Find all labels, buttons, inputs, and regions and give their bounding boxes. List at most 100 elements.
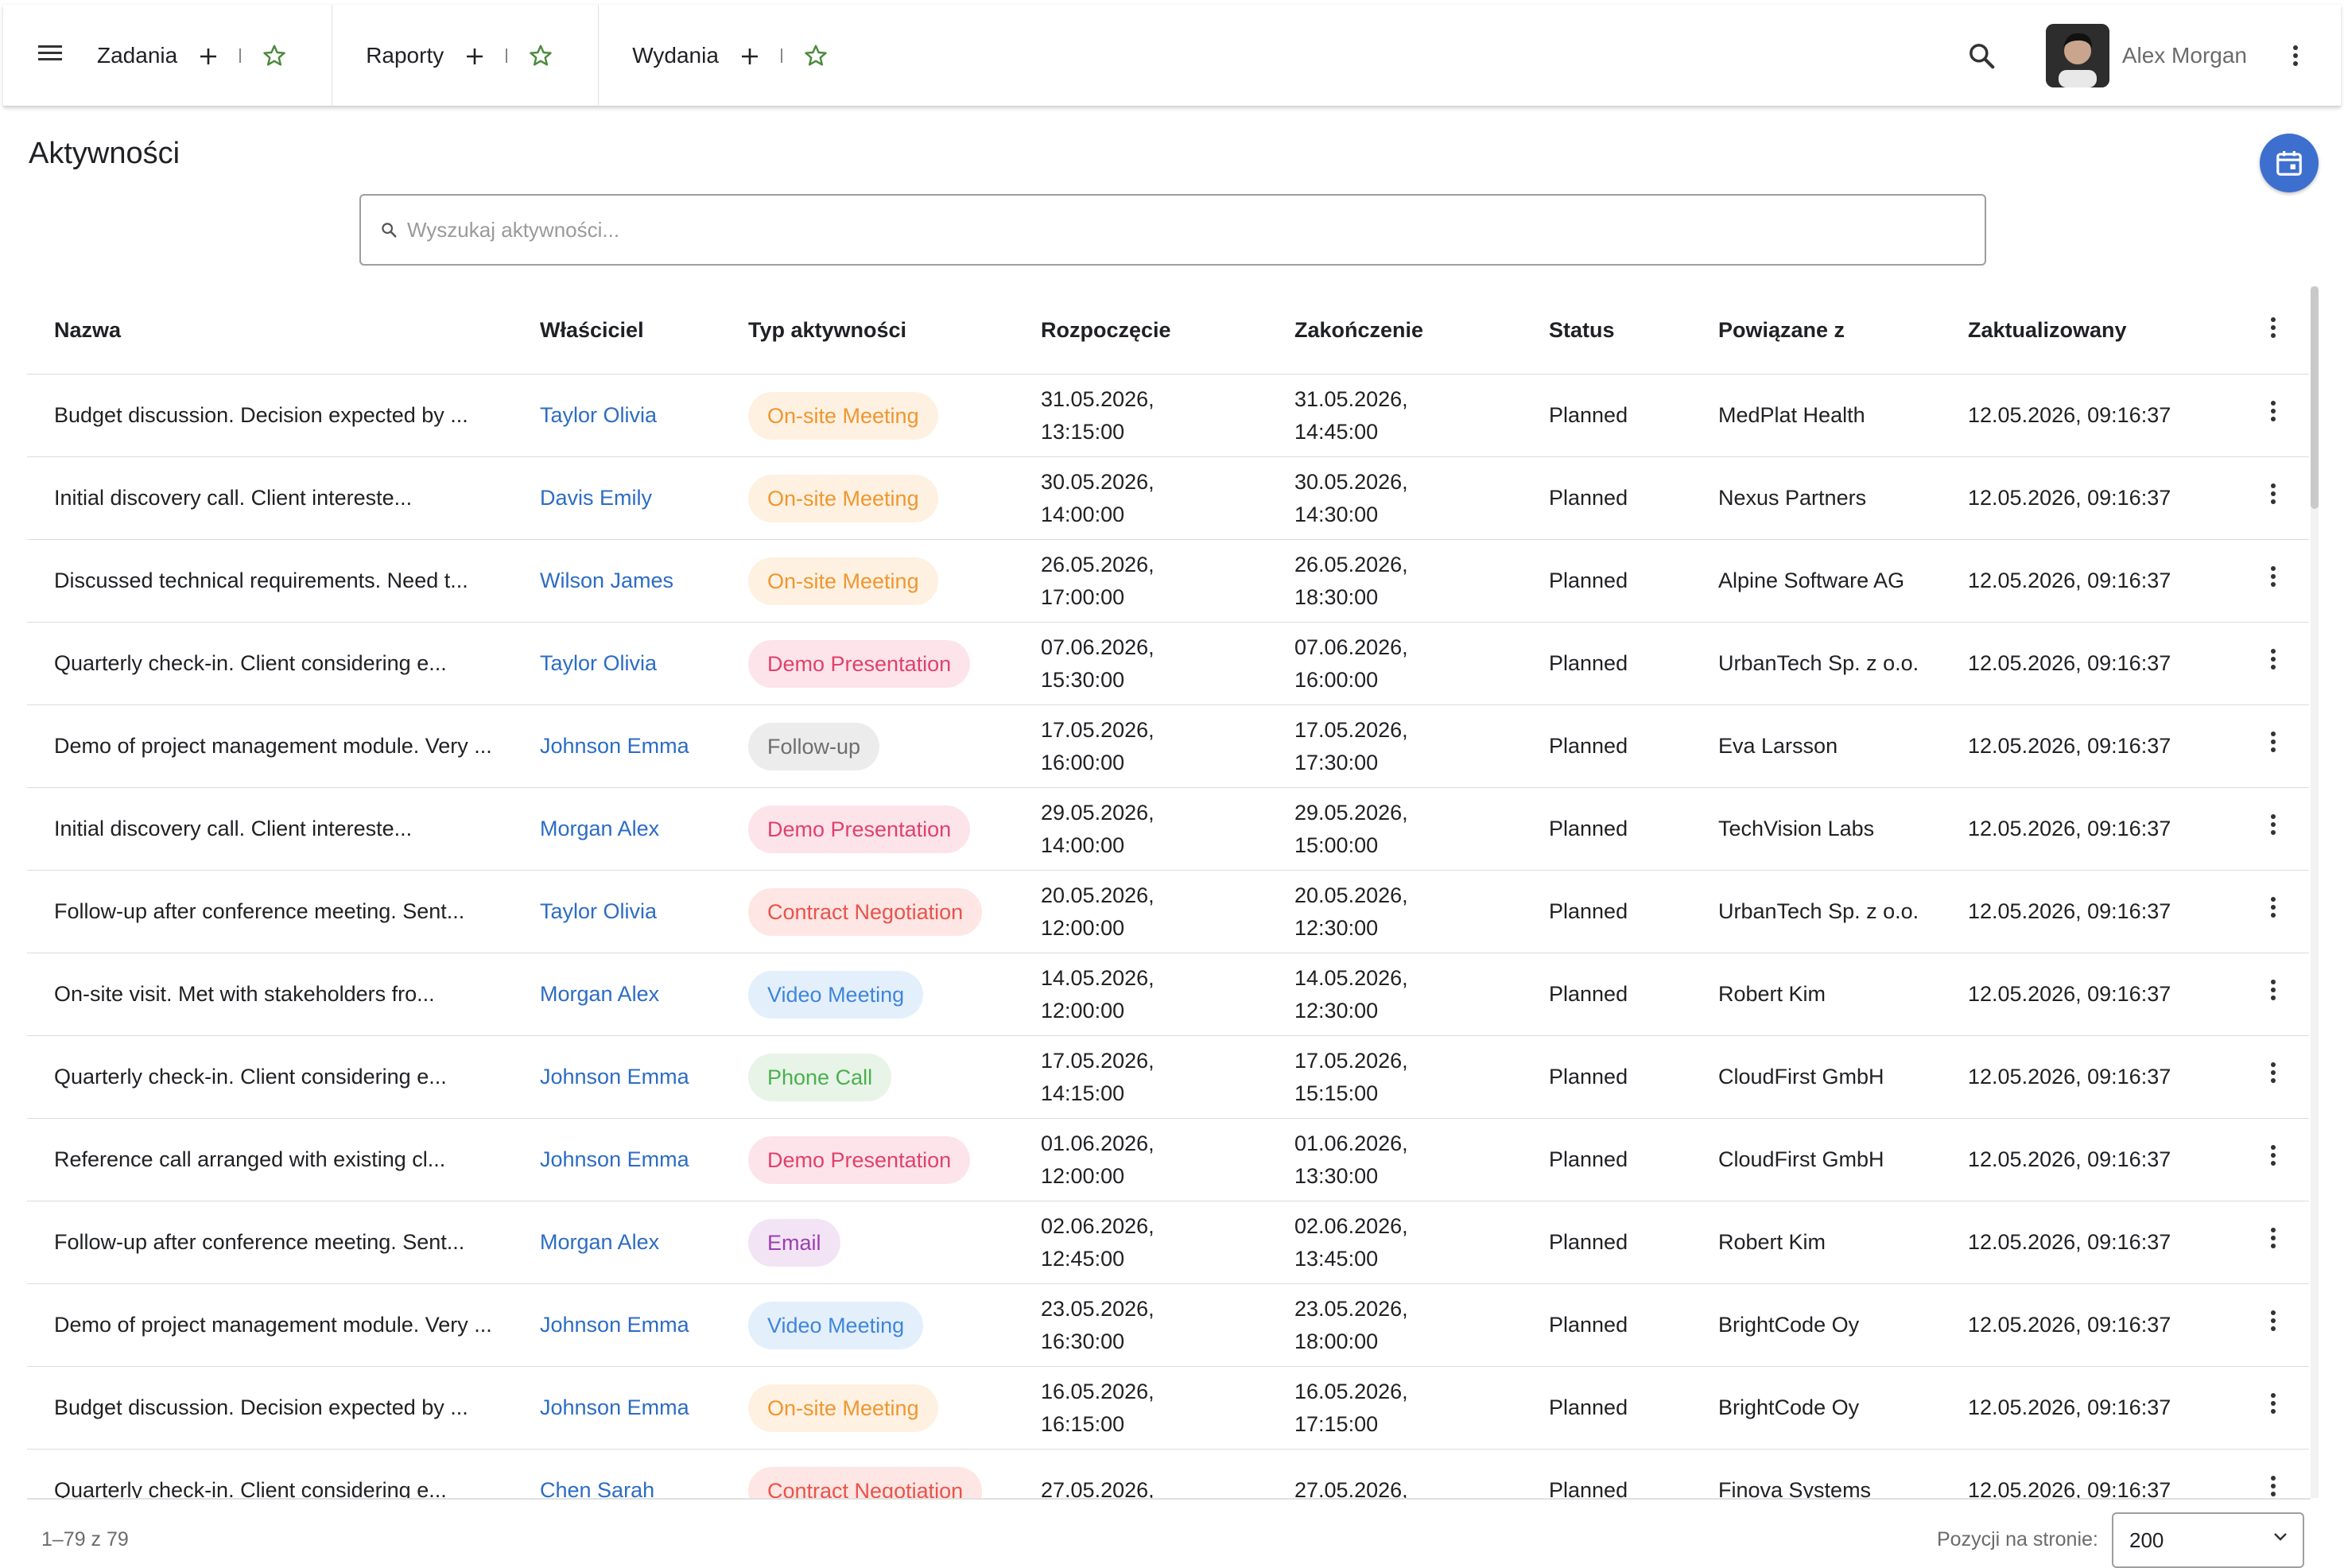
related-cell: Eva Larsson xyxy=(1718,704,1968,788)
owner-link[interactable]: Chen Sarah xyxy=(540,1478,654,1498)
row-actions-button[interactable] xyxy=(2237,870,2309,953)
more-vert-icon xyxy=(2271,1393,2276,1414)
search-field[interactable] xyxy=(359,194,1986,266)
favorite-button[interactable] xyxy=(262,43,287,68)
search-button[interactable] xyxy=(1966,41,1997,71)
tab-label[interactable]: Raporty xyxy=(366,43,444,68)
more-vert-icon xyxy=(2271,483,2276,504)
activity-name: Discussed technical requirements. Need t… xyxy=(54,569,468,592)
avatar[interactable] xyxy=(2045,23,2109,87)
tab-label[interactable]: Wydania xyxy=(632,43,719,68)
start-time: 15:30:00 xyxy=(1041,667,1125,692)
more-vert-icon xyxy=(2293,45,2298,66)
owner-link[interactable]: Johnson Emma xyxy=(540,1313,689,1337)
start-date: 23.05.2026, xyxy=(1041,1296,1155,1321)
table-row[interactable]: Quarterly check-in. Client considering e… xyxy=(27,1449,2309,1498)
column-header[interactable]: Właściciel xyxy=(540,286,748,375)
table-row[interactable]: Quarterly check-in. Client considering e… xyxy=(27,1035,2309,1119)
favorite-button[interactable] xyxy=(528,43,553,68)
column-header[interactable]: Typ aktywności xyxy=(748,286,1041,375)
more-options-button[interactable] xyxy=(2292,44,2299,68)
start-cell: 27.05.2026, xyxy=(1041,1449,1294,1498)
row-actions-button[interactable] xyxy=(2237,1201,2309,1284)
add-tab-button[interactable] xyxy=(466,41,483,71)
owner-link[interactable]: Johnson Emma xyxy=(540,734,689,758)
row-actions-button[interactable] xyxy=(2237,1118,2309,1201)
start-time: 12:45:00 xyxy=(1041,1246,1125,1271)
table-row[interactable]: Discussed technical requirements. Need t… xyxy=(27,539,2309,623)
start-cell: 01.06.2026, 12:00:00 xyxy=(1041,1118,1294,1201)
table-row[interactable]: Demo of project management module. Very … xyxy=(27,1283,2309,1367)
nav-tab[interactable]: Raporty xyxy=(332,4,600,107)
favorite-button[interactable] xyxy=(803,43,829,68)
row-actions-button[interactable] xyxy=(2237,1366,2309,1450)
column-header[interactable]: Zakończenie xyxy=(1294,286,1549,375)
nav-tab[interactable]: Wydania xyxy=(599,5,829,107)
owner-link[interactable]: Morgan Alex xyxy=(540,1230,659,1254)
row-actions-button[interactable] xyxy=(2237,953,2309,1036)
search-input[interactable] xyxy=(406,216,1919,243)
table-row[interactable]: Initial discovery call. Client intereste… xyxy=(27,456,2309,540)
table-row[interactable]: Reference call arranged with existing cl… xyxy=(27,1118,2309,1201)
chevron-down-icon xyxy=(2272,1531,2288,1543)
related-cell: BrightCode Oy xyxy=(1718,1283,1968,1367)
table-row[interactable]: Demo of project management module. Very … xyxy=(27,704,2309,788)
row-actions-button[interactable] xyxy=(2237,787,2309,871)
menu-button[interactable] xyxy=(3,5,97,107)
table-row[interactable]: Follow-up after conference meeting. Sent… xyxy=(27,1201,2309,1284)
column-settings-button[interactable] xyxy=(2237,286,2309,375)
column-header[interactable]: Zaktualizowany xyxy=(1968,286,2237,375)
table-row[interactable]: Budget discussion. Decision expected by … xyxy=(27,374,2309,457)
activity-name: Follow-up after conference meeting. Sent… xyxy=(54,899,465,923)
owner-link[interactable]: Taylor Olivia xyxy=(540,899,657,923)
owner-link[interactable]: Taylor Olivia xyxy=(540,651,657,675)
table-header-row: Nazwa Właściciel Typ aktywności Rozpoczę… xyxy=(27,286,2309,375)
add-tab-button[interactable] xyxy=(741,41,759,71)
column-header[interactable]: Powiązane z xyxy=(1718,286,1968,375)
column-header[interactable]: Status xyxy=(1549,286,1718,375)
row-actions-button[interactable] xyxy=(2237,1035,2309,1119)
related-to: CloudFirst GmbH xyxy=(1718,1065,1884,1089)
end-cell: 20.05.2026, 12:30:00 xyxy=(1294,870,1549,953)
table-row[interactable]: Follow-up after conference meeting. Sent… xyxy=(27,870,2309,953)
owner-link[interactable]: Wilson James xyxy=(540,569,673,592)
table-row[interactable]: Initial discovery call. Client intereste… xyxy=(27,787,2309,871)
status-text: Planned xyxy=(1549,1147,1628,1171)
row-actions-button[interactable] xyxy=(2237,704,2309,788)
row-actions-button[interactable] xyxy=(2237,622,2309,705)
activity-name: Initial discovery call. Client intereste… xyxy=(54,817,413,840)
column-header[interactable]: Rozpoczęcie xyxy=(1041,286,1294,375)
owner-cell: Johnson Emma xyxy=(540,1035,748,1119)
status-cell: Planned xyxy=(1549,787,1718,871)
table-row[interactable]: On-site visit. Met with stakeholders fro… xyxy=(27,953,2309,1036)
owner-link[interactable]: Johnson Emma xyxy=(540,1395,689,1419)
status-text: Planned xyxy=(1549,1313,1628,1337)
updated-cell: 12.05.2026, 09:16:37 xyxy=(1968,1201,2237,1284)
table-scrollbar[interactable] xyxy=(2311,286,2319,1498)
owner-link[interactable]: Johnson Emma xyxy=(540,1147,689,1171)
owner-link[interactable]: Taylor Olivia xyxy=(540,403,657,427)
row-actions-button[interactable] xyxy=(2237,539,2309,623)
calendar-button[interactable] xyxy=(2260,134,2319,192)
scrollbar-thumb[interactable] xyxy=(2311,286,2319,509)
rows-per-page-select[interactable]: 200 xyxy=(2112,1512,2304,1568)
user-name[interactable]: Alex Morgan xyxy=(2122,43,2247,68)
table-row[interactable]: Quarterly check-in. Client considering e… xyxy=(27,622,2309,705)
row-actions-button[interactable] xyxy=(2237,374,2309,457)
tab-label[interactable]: Zadania xyxy=(97,43,177,68)
row-actions-button[interactable] xyxy=(2237,1283,2309,1367)
owner-link[interactable]: Davis Emily xyxy=(540,486,652,510)
type-cell: On-site Meeting xyxy=(748,539,1041,623)
owner-link[interactable]: Johnson Emma xyxy=(540,1065,689,1089)
plus-icon xyxy=(200,48,217,64)
column-header[interactable]: Nazwa xyxy=(27,286,540,375)
owner-link[interactable]: Morgan Alex xyxy=(540,817,659,840)
add-tab-button[interactable] xyxy=(200,41,217,71)
related-cell: Robert Kim xyxy=(1718,1201,1968,1284)
more-vert-icon xyxy=(2271,1476,2276,1496)
owner-link[interactable]: Morgan Alex xyxy=(540,982,659,1006)
nav-tab[interactable]: Zadania xyxy=(97,4,333,107)
row-actions-button[interactable] xyxy=(2237,456,2309,540)
table-row[interactable]: Budget discussion. Decision expected by … xyxy=(27,1366,2309,1450)
row-actions-button[interactable] xyxy=(2237,1449,2309,1498)
